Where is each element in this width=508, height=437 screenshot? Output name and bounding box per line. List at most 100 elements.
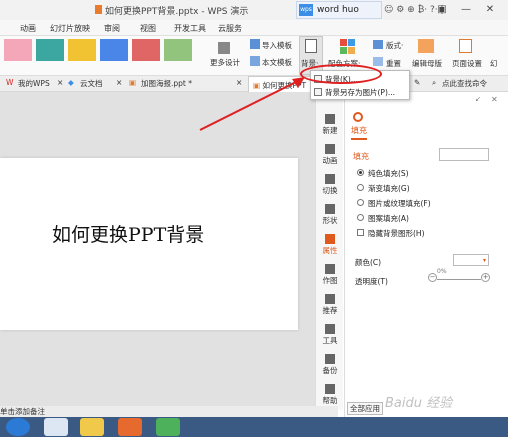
design-thumb-6[interactable] <box>164 39 192 61</box>
window-title: 如何更换PPT背景.pptx - WPS 演示 <box>105 7 249 17</box>
menu-cloud[interactable]: 云服务 <box>218 23 242 34</box>
radio-picture-fill[interactable] <box>357 199 364 206</box>
more-design-button[interactable]: 更多设计 <box>210 57 240 68</box>
menu-review[interactable]: 审阅 <box>104 23 120 34</box>
taskbar-app-1[interactable] <box>44 418 68 436</box>
option-picture-fill[interactable]: 图片或纹理填充(F) <box>368 198 431 209</box>
panel-close-icon[interactable]: ✕ <box>491 95 498 104</box>
import-template-button[interactable]: 导入模板 <box>262 40 292 51</box>
collapse-icon[interactable]: ↙ <box>475 95 481 103</box>
command-search[interactable]: 点此查找命令 <box>442 78 487 89</box>
tab-fill[interactable]: 填充 <box>351 125 367 140</box>
close-icon[interactable]: × <box>57 78 63 87</box>
menu-slideshow[interactable]: 幻灯片放映 <box>50 23 90 34</box>
side-help-label: 帮助 <box>322 396 338 405</box>
transparency-label: 透明度(T) <box>355 277 388 286</box>
ribbon-overflow-label[interactable]: 幻 <box>490 58 498 69</box>
menu-view[interactable]: 视图 <box>140 23 156 34</box>
side-backup[interactable]: 备份 <box>316 354 344 376</box>
tab-poster-ppt[interactable]: 加图海报.ppt * <box>141 78 192 89</box>
minimize-button[interactable]: — <box>456 2 476 18</box>
side-recommend[interactable]: 推荐 <box>316 294 344 316</box>
fill-tab-icon <box>353 112 363 122</box>
doc-template-icon <box>250 56 260 66</box>
account-box[interactable]: wps word huo <box>296 1 382 19</box>
side-animation[interactable]: 动画 <box>316 144 344 166</box>
slide[interactable]: 如何更换PPT背景 <box>0 158 298 330</box>
edit-master-button[interactable]: 编辑母版 <box>412 58 442 69</box>
radio-solid-fill[interactable] <box>357 169 364 176</box>
this-doc-template-button[interactable]: 本文模板 <box>262 57 292 68</box>
properties-icon <box>325 234 335 244</box>
help-icon <box>325 384 335 394</box>
search-icon: ⌕ <box>432 78 437 87</box>
reset-icon <box>373 57 383 66</box>
side-backup-label: 备份 <box>322 366 338 375</box>
start-button[interactable] <box>6 418 30 436</box>
close-button[interactable]: ✕ <box>480 2 500 18</box>
notes-placeholder[interactable]: 单击添加备注 <box>0 407 45 416</box>
apply-all-button[interactable]: 全部应用 <box>347 402 383 415</box>
cloud-icon: ◆ <box>68 78 74 87</box>
side-tools[interactable]: 工具 <box>316 324 344 346</box>
pin-icon[interactable]: ✎ <box>414 78 420 87</box>
option-solid-fill[interactable]: 纯色填充(S) <box>368 168 409 179</box>
side-drawing[interactable]: 作图 <box>316 264 344 286</box>
backup-icon <box>325 354 335 364</box>
side-shape[interactable]: 形状 <box>316 204 344 226</box>
tab-my-wps[interactable]: 我的WPS <box>18 78 50 89</box>
title-bar: 如何更换PPT背景.pptx - WPS 演示 wps word huo ☺ ⚙… <box>0 0 508 20</box>
menu-save-background-picture[interactable]: 背景另存为图片(P)... <box>325 87 395 98</box>
transparency-increase-button[interactable]: + <box>481 273 490 282</box>
menu-developer[interactable]: 开发工具 <box>174 23 206 34</box>
dropdown-arrow-icon: ▾ <box>482 257 486 264</box>
design-thumb-2[interactable] <box>36 39 64 61</box>
side-help[interactable]: 帮助 <box>316 384 344 406</box>
property-panel: ↙ ✕ 填充 填充 纯色填充(S) 渐变填充(G) 图片或纹理填充(F) 图案填… <box>344 92 508 417</box>
taskbar-app-3[interactable] <box>118 418 142 436</box>
color-scheme-icon-red <box>340 39 347 46</box>
close-icon[interactable]: × <box>236 78 242 87</box>
option-gradient-fill[interactable]: 渐变填充(G) <box>368 183 410 194</box>
taskbar <box>0 417 508 437</box>
import-template-icon <box>250 39 260 49</box>
design-thumb-1[interactable] <box>4 39 32 61</box>
radio-pattern-fill[interactable] <box>357 214 364 221</box>
shape-icon <box>325 204 335 214</box>
tools-icon <box>325 324 335 334</box>
design-thumb-3[interactable] <box>68 39 96 61</box>
layout-button[interactable]: 版式· <box>386 40 403 51</box>
menu-animation[interactable]: 动画 <box>20 23 36 34</box>
page-setup-icon <box>459 39 472 53</box>
page-setup-button[interactable]: 页面设置 <box>452 58 482 69</box>
side-transition-label: 切换 <box>322 186 338 195</box>
reset-button[interactable]: 重置 <box>386 58 401 69</box>
taskbar-app-4[interactable] <box>156 418 180 436</box>
hide-bg-label[interactable]: 隐藏背景图形(H) <box>368 228 425 239</box>
side-properties[interactable]: 属性 <box>316 234 344 256</box>
close-icon[interactable]: × <box>116 78 122 87</box>
option-pattern-fill[interactable]: 图案填充(A) <box>368 213 409 224</box>
slide-title-text[interactable]: 如何更换PPT背景 <box>52 220 204 247</box>
status-bar: 单击添加备注 <box>0 406 338 417</box>
edit-master-icon <box>418 39 434 53</box>
restore-icon[interactable]: ▣ <box>432 2 452 18</box>
watermark: Baidu 经验 <box>385 396 453 411</box>
transparency-slider[interactable] <box>437 279 481 280</box>
side-transition[interactable]: 切换 <box>316 174 344 196</box>
design-thumb-5[interactable] <box>132 39 160 61</box>
drawing-icon <box>325 264 335 274</box>
taskbar-app-2[interactable] <box>80 418 104 436</box>
side-new[interactable]: 新建 <box>316 114 344 136</box>
transparency-decrease-button[interactable]: − <box>428 273 437 282</box>
design-thumb-4[interactable] <box>100 39 128 61</box>
fill-section-label: 填充 <box>353 152 369 161</box>
tab-current-doc[interactable]: ▣ 如何更换PPT <box>248 76 312 92</box>
side-recommend-label: 推荐 <box>322 306 338 315</box>
radio-gradient-fill[interactable] <box>357 184 364 191</box>
color-select[interactable]: ▾ <box>453 254 489 266</box>
account-name: word huo <box>317 5 359 15</box>
fill-color-box[interactable] <box>439 148 489 161</box>
tab-cloud-docs[interactable]: 云文档 <box>80 78 103 89</box>
hide-bg-checkbox[interactable] <box>357 229 364 236</box>
